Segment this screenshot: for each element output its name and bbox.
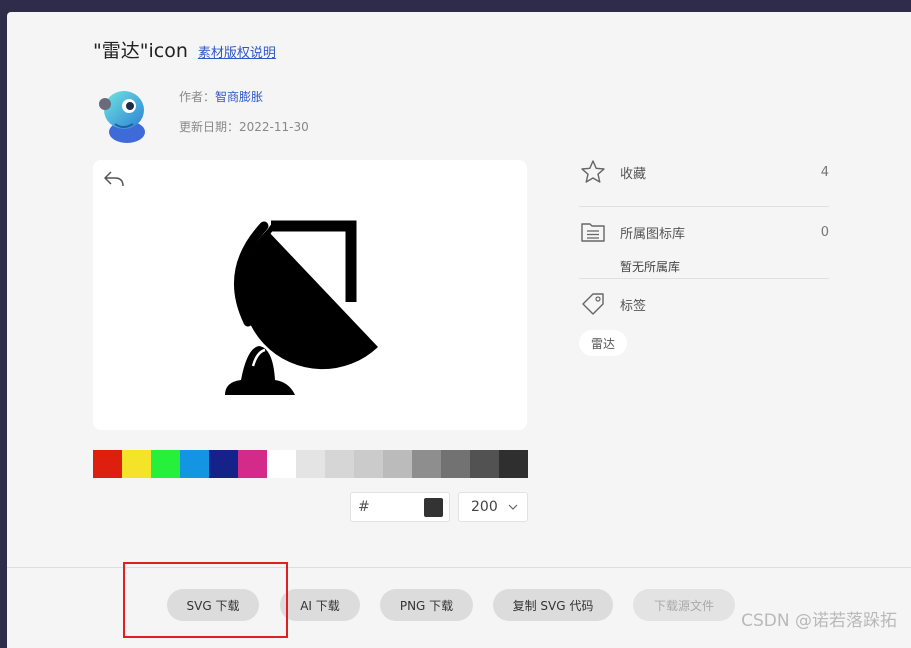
- updated-date: 2022-11-30: [239, 120, 309, 134]
- tag-icon: [582, 293, 604, 315]
- favorites-row[interactable]: 收藏 4: [579, 158, 829, 186]
- icon-title: "雷达"icon: [93, 40, 188, 62]
- color-palette: [93, 450, 528, 478]
- watermark: CSDN @诺若落跺拓: [741, 611, 897, 631]
- radar-dish-icon: [225, 220, 378, 395]
- hex-hash-label: #: [358, 499, 370, 515]
- color-swatch[interactable]: [122, 450, 151, 478]
- chevron-down-icon: [508, 504, 518, 510]
- author-line: 作者：智商膨胀: [179, 82, 309, 112]
- color-swatch[interactable]: [151, 450, 180, 478]
- library-count: 0: [820, 224, 829, 240]
- library-row: 所属图标库 0: [579, 218, 829, 246]
- copyright-link[interactable]: 素材版权说明: [198, 42, 276, 61]
- favorites-count: 4: [820, 164, 829, 180]
- highlight-box: [123, 562, 288, 638]
- star-icon[interactable]: [579, 158, 607, 186]
- png-download-button[interactable]: PNG 下载: [380, 589, 473, 621]
- color-swatch[interactable]: [267, 450, 296, 478]
- source-download-button[interactable]: 下载源文件: [633, 589, 735, 621]
- color-swatch[interactable]: [296, 450, 325, 478]
- color-swatch[interactable]: [238, 450, 267, 478]
- author-avatar[interactable]: [93, 80, 155, 146]
- ai-download-button[interactable]: AI 下载: [280, 589, 360, 621]
- hex-color-input[interactable]: [373, 497, 423, 517]
- size-value: 200: [471, 499, 498, 515]
- color-swatch[interactable]: [499, 450, 528, 478]
- color-swatch[interactable]: [470, 450, 499, 478]
- color-swatch[interactable]: [383, 450, 412, 478]
- tags-row: 标签: [579, 290, 829, 318]
- current-color-chip[interactable]: [424, 498, 443, 517]
- color-swatch[interactable]: [441, 450, 470, 478]
- color-swatch[interactable]: [354, 450, 383, 478]
- tag-pill[interactable]: 雷达: [579, 330, 627, 356]
- icon-preview: [93, 160, 527, 430]
- favorites-label: 收藏: [620, 166, 647, 182]
- author-label: 作者：: [179, 90, 216, 104]
- title-row: "雷达"icon 素材版权说明: [93, 36, 276, 63]
- library-empty-text: 暂无所属库: [620, 260, 681, 274]
- sidebar-divider: [579, 206, 829, 207]
- color-swatch[interactable]: [325, 450, 354, 478]
- icon-detail-modal: "雷达"icon 素材版权说明 作者：智商膨胀 更新日期：2022-11-30: [7, 12, 911, 648]
- color-swatch[interactable]: [209, 450, 238, 478]
- folder-icon: [581, 223, 605, 242]
- updated-label: 更新日期：: [179, 120, 240, 134]
- tags-label: 标签: [620, 298, 647, 314]
- updated-line: 更新日期：2022-11-30: [179, 112, 309, 142]
- author-name-link[interactable]: 智商膨胀: [215, 90, 263, 104]
- sidebar-divider: [579, 278, 829, 279]
- size-select[interactable]: 200: [458, 492, 528, 522]
- undo-icon[interactable]: [103, 170, 125, 188]
- color-swatch[interactable]: [412, 450, 441, 478]
- copy-svg-button[interactable]: 复制 SVG 代码: [493, 589, 613, 621]
- color-swatch[interactable]: [93, 450, 122, 478]
- hex-color-field: #: [350, 492, 450, 522]
- library-label: 所属图标库: [620, 226, 686, 242]
- icon-meta: 作者：智商膨胀 更新日期：2022-11-30: [179, 82, 309, 142]
- color-swatch[interactable]: [180, 450, 209, 478]
